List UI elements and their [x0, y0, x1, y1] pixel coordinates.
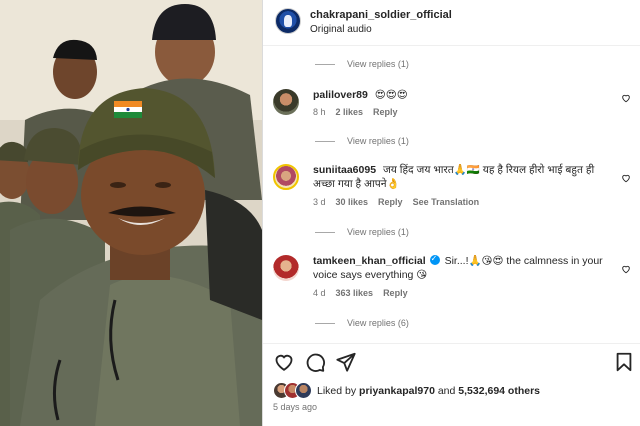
comment-time: 4 d	[313, 288, 326, 298]
reply-button[interactable]: Reply	[383, 288, 408, 298]
likes-count[interactable]: 5,532,694 others	[458, 385, 540, 397]
post-date: 5 days ago	[273, 402, 318, 412]
liker-avatars	[273, 382, 313, 400]
view-replies-button[interactable]: View replies (1)	[315, 59, 409, 69]
post-video[interactable]	[0, 0, 262, 426]
heart-icon[interactable]	[273, 351, 295, 373]
post-details-panel: chakrapani_soldier_official Original aud…	[263, 0, 640, 426]
comment-like-heart-icon[interactable]	[621, 93, 631, 103]
comment-meta: 3 d 30 likes Reply See Translation	[313, 197, 479, 207]
comment-text: palilover89 😍😍😍	[313, 88, 613, 102]
video-frame-illustration	[0, 0, 262, 426]
commenter-avatar[interactable]	[273, 89, 299, 115]
comment-item: palilover89 😍😍😍 8 h 2 likes Reply	[273, 89, 635, 129]
reply-line	[315, 322, 335, 324]
see-translation-button[interactable]: See Translation	[413, 197, 480, 207]
comment-meta: 8 h 2 likes Reply	[313, 107, 398, 117]
comment-time: 3 d	[313, 197, 326, 207]
comment-likes[interactable]: 363 likes	[336, 288, 374, 298]
comment-time: 8 h	[313, 107, 326, 117]
reply-line	[315, 63, 335, 65]
reply-line	[315, 231, 335, 233]
view-replies-label: View replies (1)	[347, 59, 409, 69]
view-replies-label: View replies (6)	[347, 318, 409, 328]
likes-prefix: Liked by	[317, 385, 357, 397]
comment-likes[interactable]: 2 likes	[336, 107, 364, 117]
view-replies-button[interactable]: View replies (1)	[315, 136, 409, 146]
view-replies-label: View replies (1)	[347, 136, 409, 146]
audio-label[interactable]: Original audio	[310, 24, 372, 35]
commenter-avatar[interactable]	[273, 255, 299, 281]
comment-like-heart-icon[interactable]	[621, 264, 631, 274]
view-replies-button[interactable]: View replies (6)	[315, 318, 409, 328]
likes-middle: and	[437, 385, 456, 397]
commenter-username[interactable]: tamkeen_khan_official	[313, 255, 426, 267]
bookmark-icon[interactable]	[613, 351, 635, 373]
liker-username[interactable]: priyankapal970	[359, 385, 435, 397]
commenter-username[interactable]: suniitaa6095	[313, 164, 376, 176]
view-replies-button[interactable]: View replies (1)	[315, 227, 409, 237]
liker-avatar	[295, 382, 312, 399]
post-header: chakrapani_soldier_official Original aud…	[263, 0, 640, 46]
reply-line	[315, 140, 335, 142]
comment-item: suniitaa6095 जय हिंद जय भारत🙏🇮🇳 यह है रि…	[273, 164, 635, 218]
comment-likes[interactable]: 30 likes	[336, 197, 369, 207]
comment-text: suniitaa6095 जय हिंद जय भारत🙏🇮🇳 यह है रि…	[313, 163, 613, 191]
reply-button[interactable]: Reply	[378, 197, 403, 207]
comment-text: tamkeen_khan_official Sir...!🙏😘😍 the cal…	[313, 252, 613, 282]
comment-content: 😍😍😍	[374, 89, 408, 101]
comment-item: tamkeen_khan_official Sir...!🙏😘😍 the cal…	[273, 252, 635, 309]
reply-button[interactable]: Reply	[373, 107, 398, 117]
share-icon[interactable]	[335, 351, 357, 373]
verified-badge-icon	[429, 252, 440, 266]
comment-meta: 4 d 363 likes Reply	[313, 288, 408, 298]
author-username[interactable]: chakrapani_soldier_official	[310, 9, 452, 21]
comment-icon[interactable]	[304, 351, 326, 373]
view-replies-label: View replies (1)	[347, 227, 409, 237]
post-actions-bar	[263, 343, 640, 379]
likes-summary[interactable]: Liked by priyankapal970 and 5,532,694 ot…	[273, 381, 540, 401]
commenter-avatar[interactable]	[273, 164, 299, 190]
comments-list[interactable]: View replies (1) palilover89 😍😍😍 8 h 2 l…	[263, 47, 640, 343]
commenter-username[interactable]: palilover89	[313, 89, 368, 101]
author-avatar[interactable]	[275, 8, 301, 34]
comment-like-heart-icon[interactable]	[621, 173, 631, 183]
